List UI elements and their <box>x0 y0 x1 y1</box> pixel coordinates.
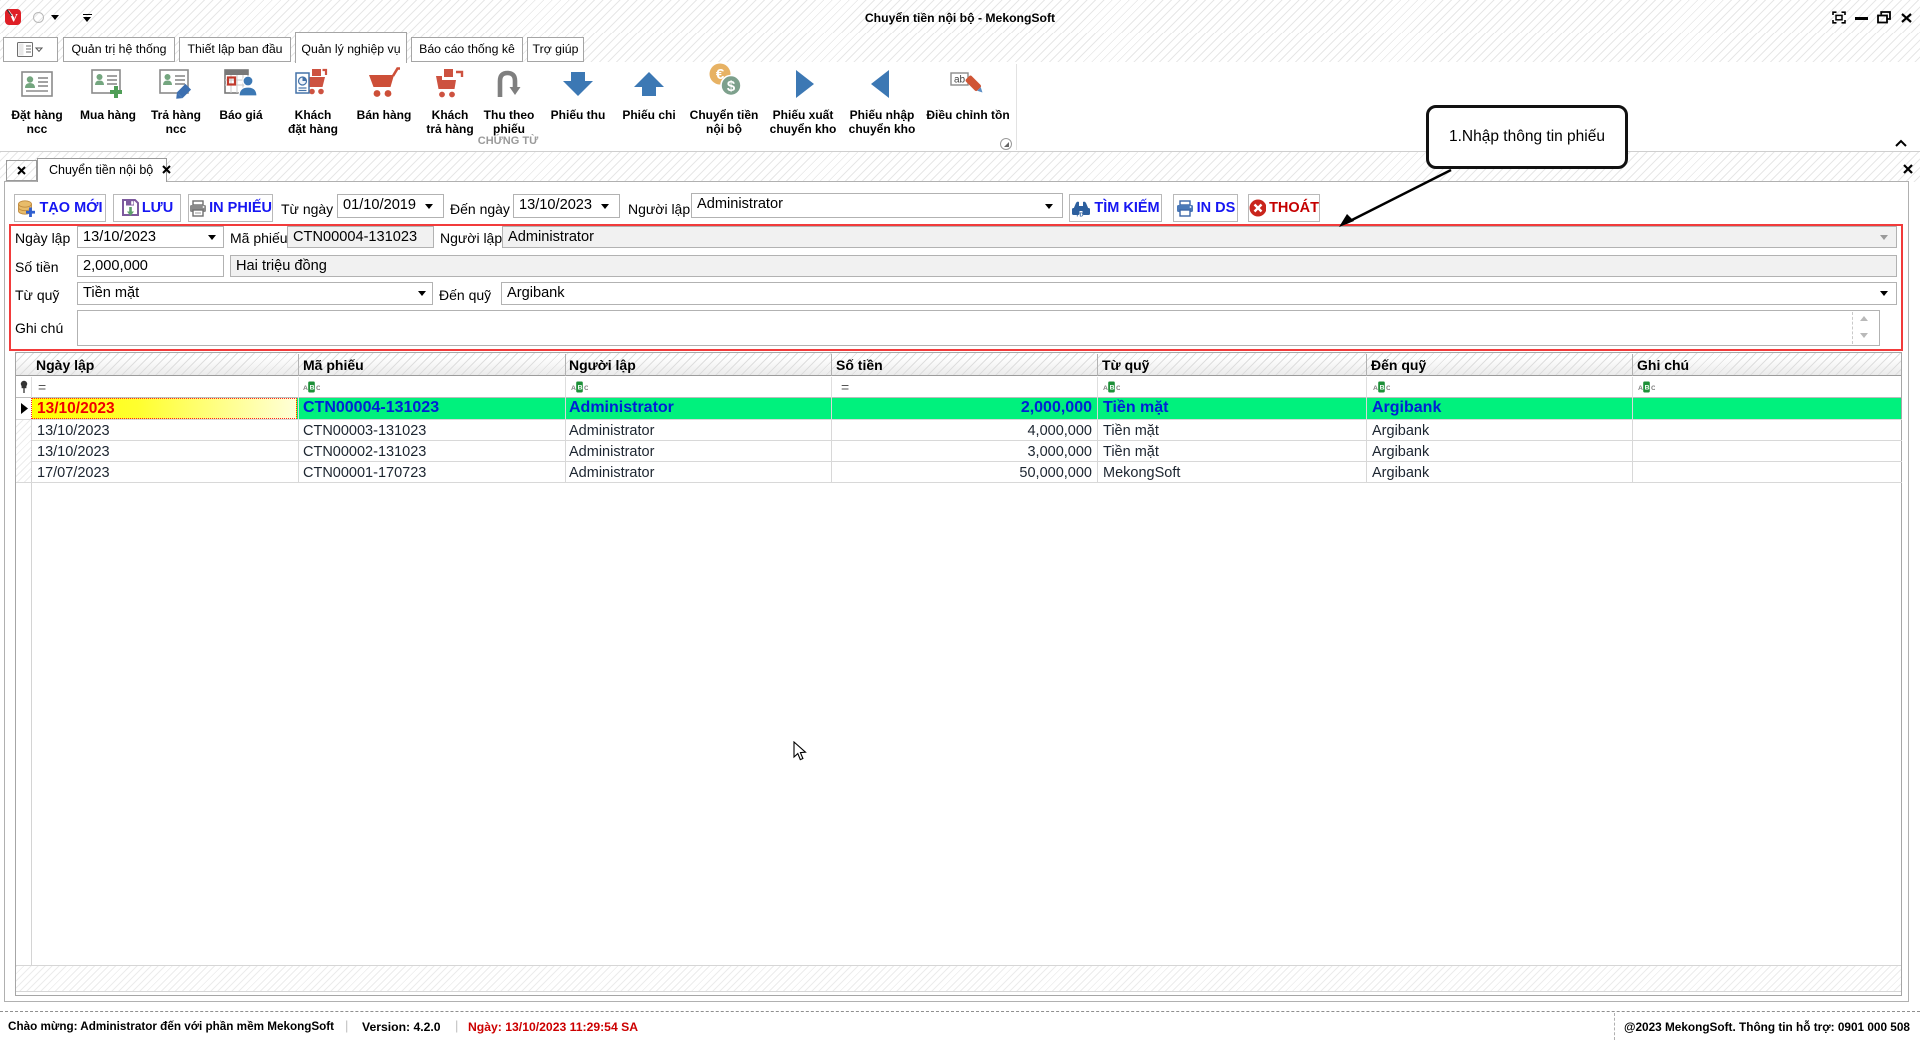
svg-text:$: $ <box>727 78 736 95</box>
svg-text:B: B <box>1645 385 1650 392</box>
svg-text:I D: I D <box>1077 212 1084 217</box>
svg-text:A: A <box>1638 385 1643 392</box>
svg-text:A: A <box>571 385 576 392</box>
svg-text:ab: ab <box>954 75 966 86</box>
svg-text:C: C <box>1651 385 1655 392</box>
svg-text:C: C <box>316 385 320 392</box>
svg-text:B: B <box>1380 385 1385 392</box>
svg-text:C: C <box>1386 385 1390 392</box>
svg-text:B: B <box>310 385 315 392</box>
svg-text:A: A <box>1373 385 1378 392</box>
svg-text:A: A <box>303 385 308 392</box>
svg-text:A: A <box>1103 385 1108 392</box>
svg-text:C: C <box>584 385 588 392</box>
svg-text:C: C <box>1116 385 1120 392</box>
svg-text:B: B <box>1110 385 1115 392</box>
svg-text:B: B <box>578 385 583 392</box>
